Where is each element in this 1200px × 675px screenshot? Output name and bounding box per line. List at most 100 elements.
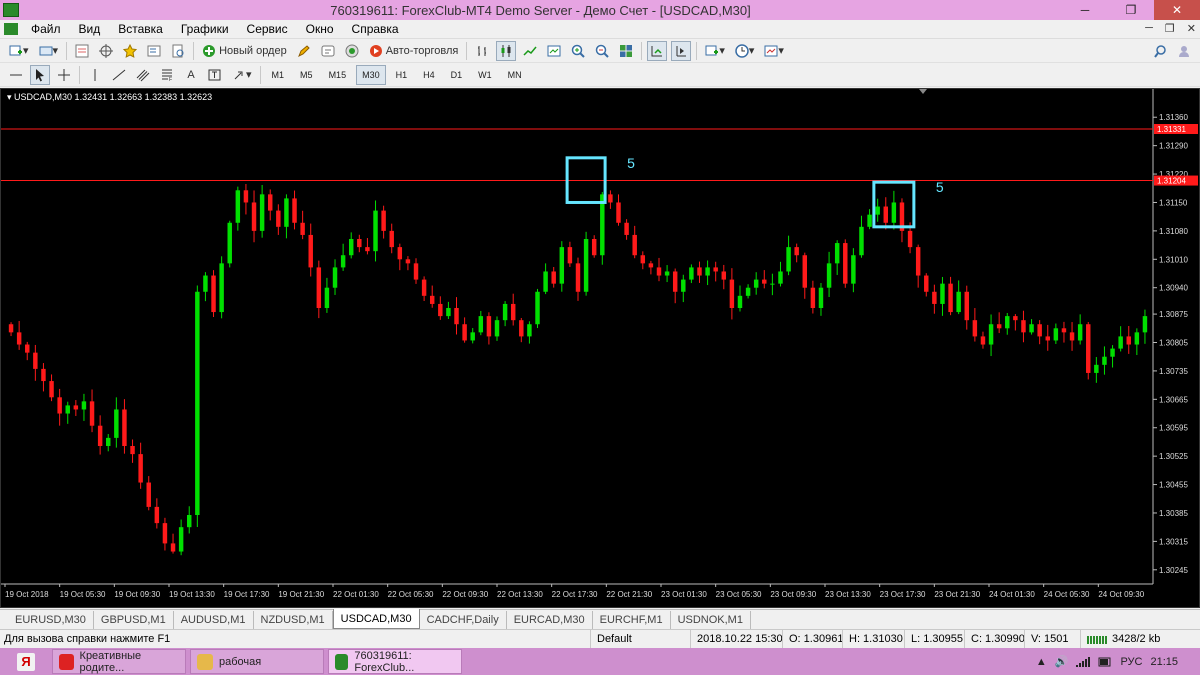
timeframe-h1[interactable]: H1 bbox=[390, 65, 414, 85]
level-price-label: 1.31331 bbox=[1157, 125, 1186, 134]
price-chart[interactable]: 1.313601.312901.312201.311501.310801.310… bbox=[1, 89, 1199, 607]
time-axis-tick-label: 22 Oct 17:30 bbox=[552, 590, 598, 599]
cursor-tool-button[interactable] bbox=[30, 64, 50, 85]
timeframe-m30[interactable]: M30 bbox=[356, 64, 386, 85]
candle-body bbox=[1045, 336, 1050, 341]
candle-body bbox=[996, 324, 1002, 329]
menu-file[interactable]: Файл bbox=[22, 22, 70, 36]
bar-chart-button[interactable] bbox=[472, 41, 492, 61]
fibonacci-tool-button[interactable]: F bbox=[157, 65, 177, 85]
menu-insert[interactable]: Вставка bbox=[109, 22, 172, 36]
terminal-button[interactable] bbox=[144, 41, 164, 61]
mdi-minimize-button[interactable]: ─ bbox=[1145, 22, 1153, 35]
time-axis-tick-label: 22 Oct 13:30 bbox=[497, 590, 543, 599]
battery-icon[interactable] bbox=[1098, 657, 1112, 667]
new-order-button[interactable]: Новый ордер bbox=[199, 41, 290, 61]
level-price-label: 1.31204 bbox=[1157, 177, 1186, 186]
price-axis-tick-label: 1.30875 bbox=[1159, 310, 1188, 319]
candle-body bbox=[1110, 348, 1115, 357]
arrows-tool-button[interactable]: ▾ bbox=[229, 65, 255, 85]
timeframe-h4[interactable]: H4 bbox=[417, 65, 441, 85]
close-button[interactable]: ✕ bbox=[1154, 0, 1200, 20]
tile-windows-button[interactable] bbox=[616, 41, 636, 61]
periods-button[interactable]: ▾ bbox=[732, 41, 758, 61]
search-button[interactable] bbox=[1150, 41, 1170, 61]
auto-scroll-button[interactable] bbox=[647, 40, 668, 61]
horizontal-line-tool-button[interactable] bbox=[6, 65, 26, 85]
zoom-out-button[interactable] bbox=[592, 41, 612, 61]
mdi-restore-button[interactable]: ❐ bbox=[1165, 22, 1175, 35]
timeframe-m1[interactable]: M1 bbox=[266, 65, 291, 85]
tray-expand-icon[interactable]: ▲ bbox=[1036, 656, 1047, 668]
timeframe-d1[interactable]: D1 bbox=[445, 65, 469, 85]
menu-window[interactable]: Окно bbox=[297, 22, 343, 36]
tab-nzdusd-m1[interactable]: NZDUSD,M1 bbox=[254, 611, 333, 629]
tab-gbpusd-m1[interactable]: GBPUSD,M1 bbox=[94, 611, 174, 629]
equidistant-channel-tool-button[interactable] bbox=[133, 65, 153, 85]
tab-eurchf-m1[interactable]: EURCHF,M1 bbox=[593, 611, 671, 629]
trendline-tool-button[interactable] bbox=[109, 65, 129, 85]
user-button[interactable] bbox=[1174, 41, 1194, 61]
signals-button[interactable] bbox=[342, 41, 362, 61]
minimize-button[interactable]: ─ bbox=[1062, 0, 1108, 20]
text-label-tool-button[interactable] bbox=[205, 65, 225, 85]
candle-body bbox=[178, 527, 184, 552]
navigator-star-icon bbox=[123, 43, 138, 58]
tab-usdcad-m30[interactable]: USDCAD,M30 bbox=[332, 609, 420, 629]
taskbar-item-mt4[interactable]: 760319611: ForexClub... bbox=[328, 649, 462, 674]
vertical-line-tool-button[interactable] bbox=[85, 65, 105, 85]
text-tool-button[interactable]: A bbox=[181, 65, 201, 85]
volume-icon[interactable]: 🔊 bbox=[1055, 655, 1069, 668]
community-button[interactable] bbox=[318, 41, 338, 61]
tab-cadchf-daily[interactable]: CADCHF,Daily bbox=[420, 611, 507, 629]
crosshair-tool-button[interactable] bbox=[54, 65, 74, 85]
price-axis-tick-label: 1.31080 bbox=[1159, 227, 1188, 236]
chart-window-button[interactable] bbox=[544, 41, 564, 61]
taskbar-item-folder[interactable]: рабочая bbox=[190, 649, 324, 674]
tab-usdnok-m1[interactable]: USDNOK,M1 bbox=[671, 611, 751, 629]
menu-view[interactable]: Вид bbox=[70, 22, 110, 36]
profiles-button[interactable]: ▾ bbox=[36, 41, 62, 61]
timeframe-mn[interactable]: MN bbox=[502, 65, 528, 85]
metaeditor-button[interactable] bbox=[294, 41, 314, 61]
auto-trading-button[interactable]: Авто-торговля bbox=[366, 41, 462, 61]
timeframe-m5[interactable]: M5 bbox=[294, 65, 319, 85]
taskbar-item-browser[interactable]: Креативные родите... bbox=[52, 649, 186, 674]
candle-body bbox=[1094, 364, 1099, 373]
clock[interactable]: 21:15 bbox=[1150, 656, 1178, 668]
menu-tools[interactable]: Сервис bbox=[238, 22, 297, 36]
strategy-tester-button[interactable] bbox=[168, 41, 188, 61]
horizontal-line-icon bbox=[10, 74, 22, 75]
language-indicator[interactable]: РУС bbox=[1120, 656, 1142, 668]
templates-button[interactable]: ▾ bbox=[761, 41, 787, 61]
annotation-label: 5 bbox=[627, 155, 635, 171]
new-chart-button[interactable]: ▾ bbox=[6, 41, 32, 61]
candle-body bbox=[73, 405, 79, 410]
menu-charts[interactable]: Графики bbox=[172, 22, 238, 36]
start-button[interactable]: Я bbox=[0, 648, 52, 675]
menu-help[interactable]: Справка bbox=[343, 22, 408, 36]
status-high: H: 1.31030 bbox=[842, 629, 904, 648]
chart-window-icon[interactable] bbox=[4, 23, 18, 35]
market-watch-button[interactable] bbox=[72, 41, 92, 61]
system-tray: ▲ 🔊 РУС 21:15 bbox=[1036, 648, 1200, 675]
chart-window[interactable]: 1.31360 1.31290 1.31220 1.31150 1.31080 1.310… bbox=[0, 88, 1200, 608]
candle-body bbox=[907, 230, 913, 248]
timeframe-m15[interactable]: M15 bbox=[323, 65, 353, 85]
status-profile: Default bbox=[590, 629, 690, 648]
network-icon[interactable] bbox=[1076, 656, 1091, 667]
chart-shift-button[interactable] bbox=[671, 40, 692, 61]
mdi-close-button[interactable]: ✕ bbox=[1187, 22, 1196, 35]
candlestick-chart-button[interactable] bbox=[496, 40, 517, 61]
timeframe-w1[interactable]: W1 bbox=[472, 65, 498, 85]
line-chart-button[interactable] bbox=[520, 41, 540, 61]
price-axis-tick-label: 1.31290 bbox=[1159, 142, 1188, 151]
maximize-button[interactable]: ❐ bbox=[1108, 0, 1154, 20]
tab-audusd-m1[interactable]: AUDUSD,M1 bbox=[174, 611, 254, 629]
indicators-button[interactable]: ▾ bbox=[702, 41, 728, 61]
zoom-in-button[interactable] bbox=[568, 41, 588, 61]
tab-eurusd-m30[interactable]: EURUSD,M30 bbox=[8, 611, 94, 629]
navigator-button[interactable] bbox=[120, 41, 140, 61]
tab-eurcad-m30[interactable]: EURCAD,M30 bbox=[507, 611, 593, 629]
data-window-button[interactable] bbox=[96, 41, 116, 61]
